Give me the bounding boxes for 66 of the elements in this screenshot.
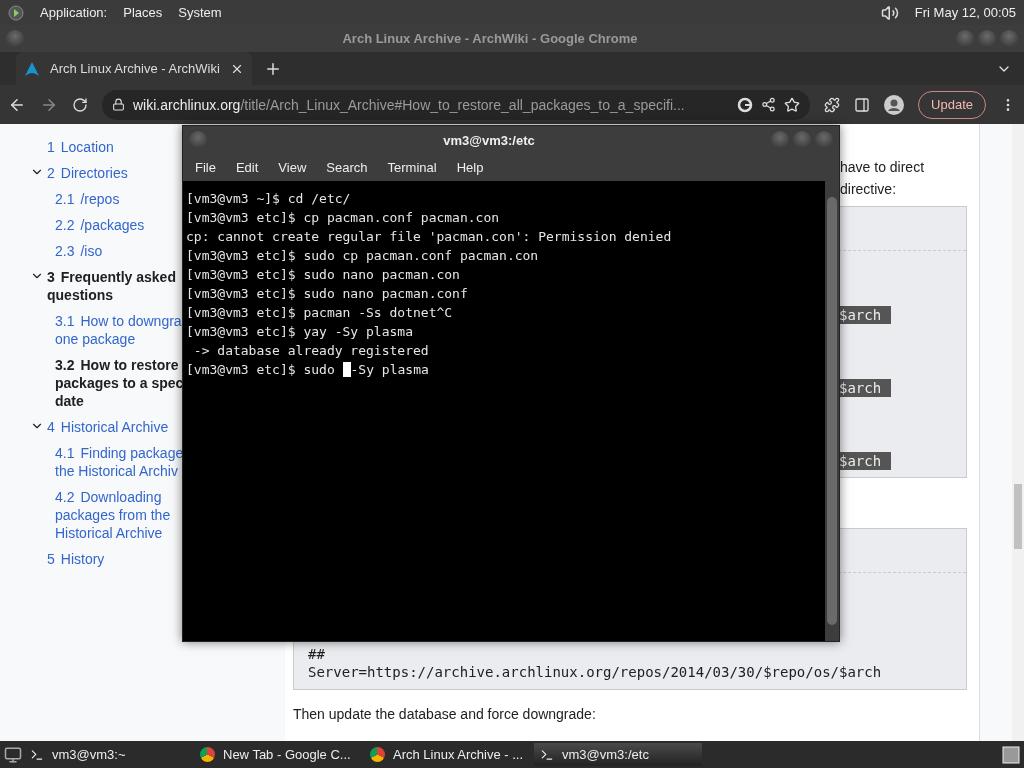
toc-link[interactable]: 4.2 Downloading packages from the Historical Archive: [55, 488, 171, 542]
highlighted-code: $arch: [839, 379, 892, 397]
terminal-line: [vm3@vm3 ~]$ cd /etc/: [186, 190, 352, 208]
panel-menu[interactable]: Application:: [40, 5, 108, 20]
toc-link[interactable]: 2 Directories: [47, 164, 128, 182]
clock: Fri May 12, 00:05: [914, 5, 1016, 20]
taskbar-item[interactable]: New Tab - Google C...: [194, 743, 362, 766]
terminal-line: [vm3@vm3 etc]$ sudo nano pacman.conf: [186, 285, 469, 303]
terminal-line: [vm3@vm3 etc]$ sudo -Sy plasma: [186, 361, 430, 379]
logo-icon: [8, 4, 24, 21]
terminal-line: -> database already registered: [192, 342, 430, 360]
window-title: vm3@vm3:/etc: [442, 132, 536, 148]
menu-item[interactable]: Search: [316, 160, 378, 175]
url-text: wiki.archlinux.org/title/Arch_Linux_Archive#How_to_restore_all_packages_to_a_specifi...: [133, 96, 685, 113]
google-icon[interactable]: [737, 96, 754, 113]
terminal-line: [vm3@vm3 etc]$ sudo cp pacman.conf pacman.con: [186, 247, 540, 265]
star-icon[interactable]: [784, 96, 801, 113]
menu-item[interactable]: Help: [446, 160, 494, 175]
code-line: ##: [307, 645, 326, 663]
menu-item[interactable]: Terminal: [377, 160, 447, 175]
terminal-line: [vm3@vm3 etc]$ yay -Sy plasma: [186, 323, 414, 341]
terminal-icon: [540, 747, 554, 762]
terminal-line: [vm3@vm3 etc]$ pacman -Ss dotnet^C: [186, 304, 454, 322]
window-title: Arch Linux Archive - ArchWiki - Google Chrome: [341, 31, 639, 46]
toc-link[interactable]: 5 History: [47, 550, 105, 568]
toc-link[interactable]: 3.2 How to restore packages to a spec date: [55, 356, 184, 410]
workspace-icon[interactable]: [1002, 745, 1020, 764]
terminal-icon: [30, 747, 44, 762]
toc-link[interactable]: 4.1 Finding package the Historical Archiv: [55, 444, 184, 480]
toc-link[interactable]: 4 Historical Archive: [47, 418, 169, 436]
toc-link[interactable]: 3 Frequently asked questions: [47, 268, 176, 304]
avatar-icon[interactable]: [884, 94, 905, 115]
body-text: Then update the database and force downgrade:: [293, 706, 597, 722]
show-desktop-icon[interactable]: [4, 745, 22, 764]
toc-link[interactable]: 1 Location: [47, 138, 114, 156]
taskbar-item[interactable]: Arch Linux Archive - ...: [364, 743, 532, 766]
menu-item[interactable]: Edit: [225, 160, 269, 175]
menu-item[interactable]: View: [268, 160, 317, 175]
arch-logo-icon: [24, 60, 40, 77]
terminal-line: cp: cannot create regular file 'pacman.con': Permission denied: [186, 228, 673, 246]
toc-link[interactable]: 2.3 /iso: [55, 242, 103, 260]
toc-link[interactable]: 3.1 How to downgra one package: [55, 312, 182, 348]
body-text: directive:: [840, 180, 898, 199]
terminal-line: [vm3@vm3 etc]$ cp pacman.conf pacman.con: [186, 209, 501, 227]
browser-tab[interactable]: Arch Linux Archive - ArchWiki: [16, 52, 252, 85]
toc-link[interactable]: 2.1 /repos: [55, 190, 120, 208]
address-bar[interactable]: wiki.archlinux.org/title/Arch_Linux_Archive#How_to_restore_all_packages_to_a_specifi...: [102, 89, 811, 120]
highlighted-code: $arch: [839, 452, 892, 470]
menu-item[interactable]: File: [185, 160, 226, 175]
chrome-icon: [200, 747, 215, 762]
taskbar-item[interactable]: vm3@vm3:~: [24, 743, 192, 766]
terminal-line: [vm3@vm3 etc]$ sudo nano pacman.con: [186, 266, 461, 284]
share-icon[interactable]: [761, 97, 777, 112]
body-text: have to direct: [840, 158, 926, 177]
puzzle-icon[interactable]: [824, 96, 841, 113]
side-panel-icon[interactable]: [854, 96, 871, 113]
chrome-icon: [370, 747, 385, 762]
code-line: Server=https://archive.archlinux.org/repos/2014/03/30/$repo/os/$arch: [307, 663, 883, 681]
reload-icon[interactable]: [72, 96, 88, 113]
highlighted-code: $arch: [839, 306, 892, 324]
toc-link[interactable]: 2.2 /packages: [55, 216, 145, 234]
taskbar-item[interactable]: vm3@vm3:/etc: [534, 743, 702, 766]
volume-icon[interactable]: [880, 3, 899, 22]
panel-menu[interactable]: Places: [123, 5, 163, 20]
panel-menu[interactable]: System: [178, 5, 222, 20]
lock-icon: [112, 98, 125, 111]
